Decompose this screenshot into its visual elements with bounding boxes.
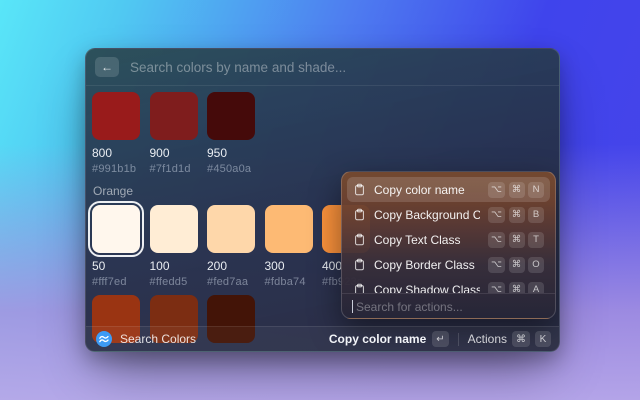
- menu-item-copy-color-name[interactable]: Copy color name ⌥ ⌘ N: [347, 177, 550, 202]
- search-bar: ← Search colors by name and shade...: [86, 49, 559, 86]
- option-key: ⌥: [488, 182, 505, 198]
- shortcut-keys: ⌥ ⌘ N: [488, 182, 544, 198]
- shortcut-keys: ⌥ ⌘ T: [488, 232, 544, 248]
- text-cursor: [352, 300, 353, 313]
- letter-key: B: [528, 207, 544, 223]
- swatch-orange-100[interactable]: 100 #ffedd5: [150, 205, 198, 288]
- footer-bar: Search Colors Copy color name ↵ Actions …: [86, 326, 559, 351]
- shortcut-keys: ⌥ ⌘ A: [488, 282, 544, 294]
- swatch-orange-50[interactable]: 50 #fff7ed: [92, 205, 140, 288]
- color-swatch[interactable]: [150, 205, 198, 253]
- swatch-red-950[interactable]: 950 #450a0a: [207, 92, 255, 175]
- hex-label: #fdba74: [265, 276, 313, 288]
- footer-divider: [458, 333, 459, 346]
- color-swatch-selected[interactable]: [92, 205, 140, 253]
- letter-key: T: [528, 232, 544, 248]
- command-key: ⌘: [509, 257, 525, 273]
- color-swatch[interactable]: [92, 92, 140, 140]
- red-swatch-row: 800 #991b1b 900 #7f1d1d 950 #450a0a: [92, 92, 553, 175]
- menu-item-copy-background-class[interactable]: Copy Background Class ⌥ ⌘ B: [347, 202, 550, 227]
- hex-label: #450a0a: [207, 163, 255, 175]
- clipboard-icon: [353, 208, 366, 221]
- shortcut-keys: ⌥ ⌘ O: [488, 257, 544, 273]
- shade-label: 900: [150, 146, 198, 160]
- back-arrow-icon: ←: [101, 60, 113, 74]
- menu-item-copy-border-class[interactable]: Copy Border Class ⌥ ⌘ O: [347, 252, 550, 277]
- shade-label: 300: [265, 259, 313, 273]
- command-key: ⌘: [509, 282, 525, 294]
- actions-search-input[interactable]: Search for actions...: [342, 293, 555, 319]
- actions-button[interactable]: Actions ⌘ K: [468, 331, 551, 347]
- menu-item-copy-text-class[interactable]: Copy Text Class ⌥ ⌘ T: [347, 227, 550, 252]
- option-key: ⌥: [488, 207, 505, 223]
- hex-label: #7f1d1d: [150, 163, 198, 175]
- shade-label: 950: [207, 146, 255, 160]
- app-name: Search Colors: [120, 332, 196, 346]
- k-key: K: [535, 331, 551, 347]
- option-key: ⌥: [488, 282, 505, 294]
- menu-item-copy-shadow-class[interactable]: Copy Shadow Class ⌥ ⌘ A: [347, 277, 550, 293]
- letter-key: N: [528, 182, 544, 198]
- hex-label: #ffedd5: [150, 276, 198, 288]
- command-key: ⌘: [512, 331, 530, 347]
- clipboard-icon: [353, 233, 366, 246]
- letter-key: A: [528, 282, 544, 294]
- shade-label: 200: [207, 259, 255, 273]
- clipboard-icon: [353, 258, 366, 271]
- swatch-orange-200[interactable]: 200 #fed7aa: [207, 205, 255, 288]
- search-colors-window: ← Search colors by name and shade... 800…: [85, 48, 560, 352]
- command-key: ⌘: [509, 232, 525, 248]
- shade-label: 50: [92, 259, 140, 273]
- enter-key-icon: ↵: [432, 331, 448, 347]
- actions-menu-list: Copy color name ⌥ ⌘ N Copy Background Cl…: [342, 172, 555, 293]
- back-button[interactable]: ←: [95, 57, 119, 77]
- hex-label: #fed7aa: [207, 276, 255, 288]
- color-swatch[interactable]: [265, 205, 313, 253]
- shade-label: 800: [92, 146, 140, 160]
- option-key: ⌥: [488, 232, 505, 248]
- command-key: ⌘: [509, 182, 525, 198]
- option-key: ⌥: [488, 257, 505, 273]
- color-swatch[interactable]: [150, 92, 198, 140]
- clipboard-icon: [353, 183, 366, 196]
- tailwind-logo-icon: [96, 331, 112, 347]
- primary-action-button[interactable]: Copy color name ↵: [329, 331, 449, 347]
- swatch-red-900[interactable]: 900 #7f1d1d: [150, 92, 198, 175]
- command-key: ⌘: [509, 207, 525, 223]
- clipboard-icon: [353, 283, 366, 293]
- shade-label: 100: [150, 259, 198, 273]
- hex-label: #fff7ed: [92, 276, 140, 288]
- hex-label: #991b1b: [92, 163, 140, 175]
- swatch-red-800[interactable]: 800 #991b1b: [92, 92, 140, 175]
- letter-key: O: [528, 257, 544, 273]
- search-input[interactable]: Search colors by name and shade...: [130, 60, 346, 75]
- shortcut-keys: ⌥ ⌘ B: [488, 207, 544, 223]
- actions-menu: Copy color name ⌥ ⌘ N Copy Background Cl…: [341, 171, 556, 319]
- color-swatch[interactable]: [207, 92, 255, 140]
- color-swatch[interactable]: [207, 205, 255, 253]
- swatch-orange-300[interactable]: 300 #fdba74: [265, 205, 313, 288]
